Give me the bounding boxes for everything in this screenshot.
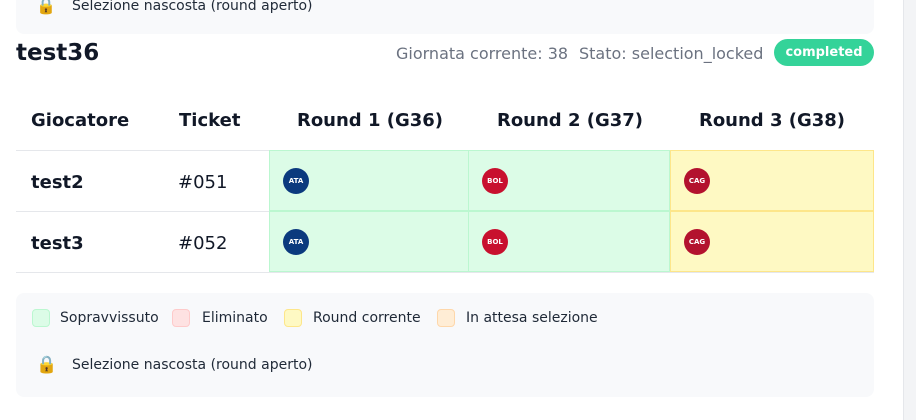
current-matchday: Giornata corrente: 38: [396, 44, 569, 63]
vertical-scrollbar[interactable]: [903, 0, 916, 420]
legend-swatch-eliminated: [172, 309, 190, 327]
hidden-selection-label: Selezione nascosta (round aperto): [72, 0, 313, 14]
round-3-cell[interactable]: CAG: [670, 211, 874, 272]
legend-label-survived: Sopravvissuto: [60, 310, 159, 326]
page-title: test36: [16, 40, 100, 66]
lock-icon: 🔒: [36, 355, 58, 375]
player-name: test3: [31, 233, 84, 254]
team-badge-icon: CAG: [684, 229, 710, 255]
team-badge-icon: BOL: [482, 229, 508, 255]
column-header-round-3: Round 3 (G38): [698, 110, 846, 131]
legend-swatch-awaiting-selection: [437, 309, 455, 327]
round-3-cell[interactable]: CAG: [670, 150, 874, 211]
team-badge-icon: CAG: [684, 168, 710, 194]
team-badge-icon: BOL: [482, 168, 508, 194]
ticket-number: #052: [178, 233, 228, 254]
round-2-cell[interactable]: BOL: [468, 211, 670, 272]
legend-swatch-current-round: [284, 309, 302, 327]
legend-panel-top: 🔒 Selezione nascosta (round aperto): [16, 0, 874, 34]
legend-label-current-round: Round corrente: [313, 310, 421, 326]
column-header-ticket: Ticket: [179, 110, 241, 131]
round-1-cell[interactable]: ATA: [269, 150, 469, 211]
round-1-cell[interactable]: ATA: [269, 211, 469, 272]
team-badge-icon: ATA: [283, 229, 309, 255]
column-header-round-2: Round 2 (G37): [496, 110, 644, 131]
legend-swatch-survived: [32, 309, 50, 327]
team-badge-icon: ATA: [283, 168, 309, 194]
status-badge: completed: [774, 39, 874, 66]
legend-panel: Sopravvissuto Eliminato Round corrente I…: [16, 293, 874, 397]
ticket-number: #051: [178, 172, 228, 193]
hidden-selection-label: Selezione nascosta (round aperto): [72, 357, 313, 373]
column-header-round-1: Round 1 (G36): [296, 110, 444, 131]
row-divider: [16, 272, 874, 273]
legend-label-eliminated: Eliminato: [202, 310, 268, 326]
state-label: Stato: selection_locked: [579, 44, 764, 63]
player-name: test2: [31, 172, 84, 193]
legend-label-awaiting-selection: In attesa selezione: [466, 310, 598, 326]
round-2-cell[interactable]: BOL: [468, 150, 670, 211]
column-header-player: Giocatore: [31, 110, 130, 131]
lock-icon: 🔒: [36, 0, 56, 15]
